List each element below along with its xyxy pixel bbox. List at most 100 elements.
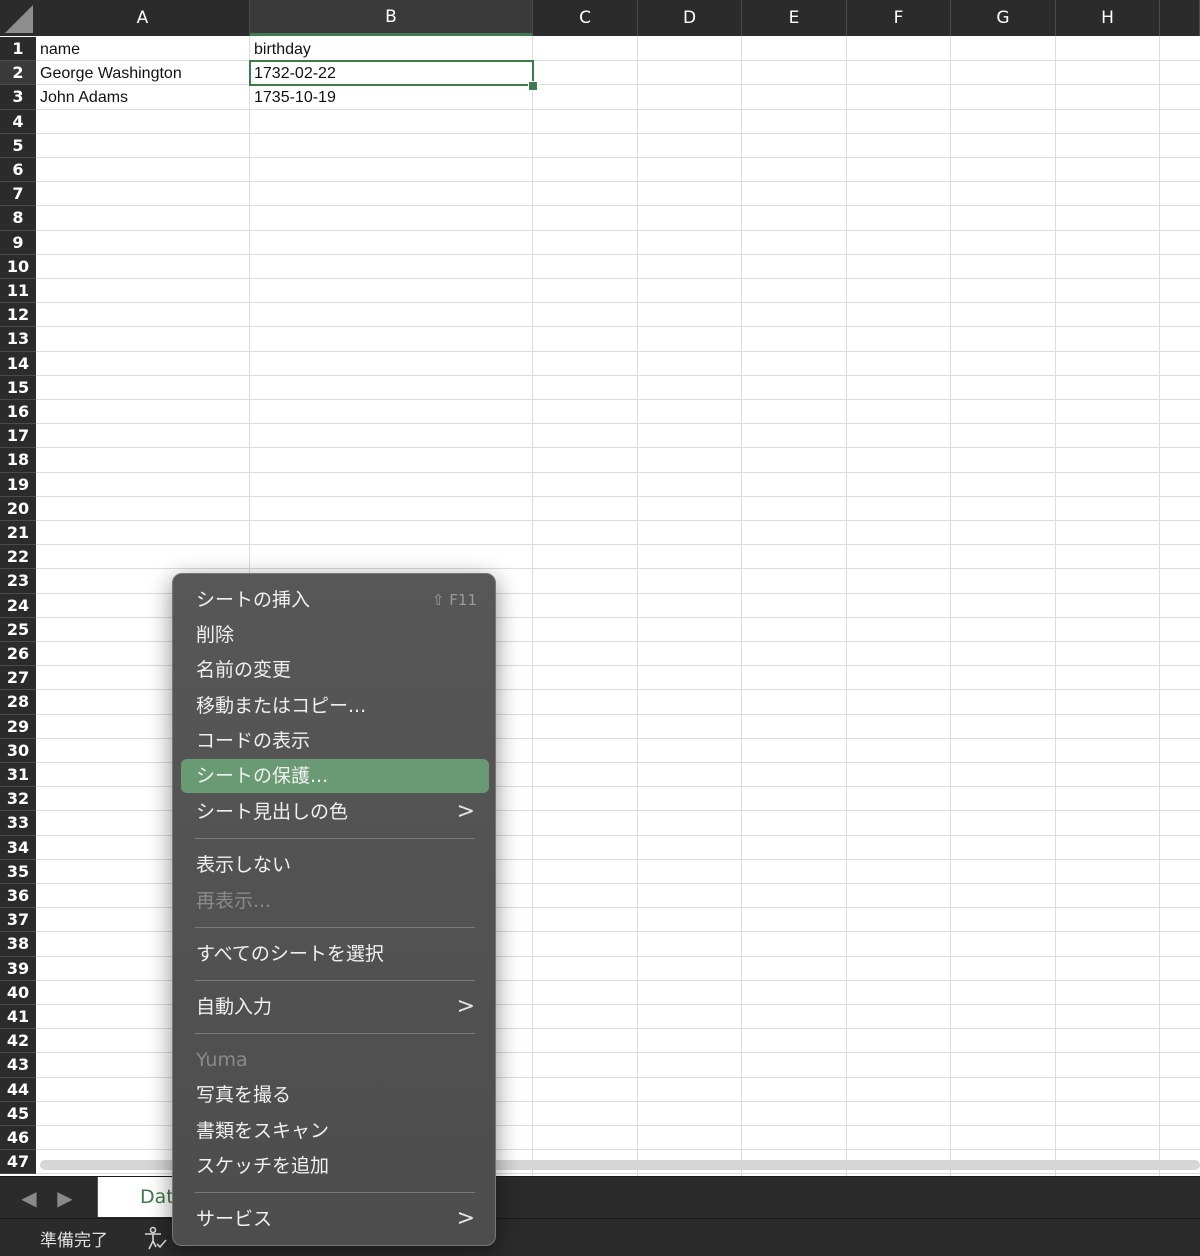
row-header[interactable]: 29 [0,714,36,739]
row-header[interactable]: 39 [0,956,36,981]
cell-a3[interactable]: John Adams [36,85,250,109]
menu-item-scan-documents[interactable]: 書類をスキャン [181,1114,489,1148]
row-header[interactable]: 43 [0,1053,36,1078]
select-all-corner[interactable] [0,0,37,36]
column-gridline [846,36,847,1176]
row-header[interactable]: 44 [0,1077,36,1102]
menu-item-delete[interactable]: 削除 [181,618,489,652]
row-header[interactable]: 27 [0,666,36,691]
row-gridline [36,157,1200,158]
menu-separator [195,1033,475,1034]
column-gridline [637,36,638,1176]
row-header[interactable]: 14 [0,351,36,376]
row-header[interactable]: 5 [0,133,36,158]
row-header[interactable]: 32 [0,787,36,812]
row-gridline [36,471,1200,473]
menu-item-protect-sheet[interactable]: シートの保護... [181,759,489,793]
column-header-d[interactable]: D [638,0,742,36]
column-header-b[interactable]: B [250,0,533,36]
menu-separator [195,927,475,928]
row-header[interactable]: 8 [0,206,36,231]
row-header[interactable]: 28 [0,690,36,715]
chevron-right-icon: > [456,1206,475,1231]
row-header[interactable]: 45 [0,1101,36,1126]
row-gridline [36,399,1200,400]
row-header[interactable]: 37 [0,908,36,933]
row-header[interactable]: 33 [0,811,36,836]
row-gridline [36,326,1200,328]
menu-item-rename[interactable]: 名前の変更 [181,653,489,687]
row-gridline [36,495,1200,497]
selected-cell-outline [249,60,534,86]
next-sheet-arrow-icon[interactable]: ▶ [52,1185,78,1211]
row-header[interactable]: 31 [0,763,36,788]
chevron-right-icon: > [456,799,475,824]
column-header-c[interactable]: C [533,0,638,36]
menu-item-autofill[interactable]: 自動入力 > [181,990,489,1024]
column-header-e[interactable]: E [742,0,847,36]
row-header[interactable]: 35 [0,859,36,884]
row-header[interactable]: 42 [0,1029,36,1054]
row-header[interactable]: 7 [0,182,36,207]
row-header[interactable]: 25 [0,617,36,642]
row-header[interactable]: 47 [0,1150,36,1175]
row-header[interactable]: 9 [0,230,36,255]
row-header[interactable]: 21 [0,521,36,546]
row-header[interactable]: 17 [0,424,36,449]
row-header[interactable]: 11 [0,279,36,304]
cell-a2[interactable]: George Washington [36,61,250,85]
menu-item-view-code[interactable]: コードの表示 [181,724,489,758]
row-header[interactable]: 10 [0,254,36,279]
row-gridline [36,229,1200,231]
menu-item-take-photo[interactable]: 写真を撮る [181,1078,489,1112]
menu-item-insert-sheet[interactable]: シートの挿入 ⇧ F11 [181,583,489,617]
cell-b1[interactable]: birthday [250,37,533,61]
row-gridline [36,568,1200,570]
row-header[interactable]: 40 [0,980,36,1005]
row-header[interactable]: 34 [0,835,36,860]
menu-separator [195,838,475,839]
menu-item-tab-color[interactable]: シート見出しの色 > [181,795,489,829]
menu-section-device-yuma: Yuma [196,1049,248,1071]
row-header[interactable]: 4 [0,109,36,134]
menu-item-hide[interactable]: 表示しない [181,848,489,882]
menu-item-add-sketch[interactable]: スケッチを追加 [181,1149,489,1183]
shortcut-shift-f11: ⇧ F11 [431,591,477,609]
row-gridline [36,520,1200,521]
row-header[interactable]: 6 [0,158,36,183]
accessibility-icon[interactable] [142,1225,168,1251]
column-header-g[interactable]: G [951,0,1056,36]
row-header[interactable]: 18 [0,448,36,473]
row-header[interactable]: 3 [0,85,36,110]
column-header-next[interactable] [1160,0,1200,36]
row-header[interactable]: 38 [0,932,36,957]
menu-item-move-or-copy[interactable]: 移動またはコピー... [181,689,489,723]
row-header[interactable]: 24 [0,593,36,618]
sheet-context-menu: シートの挿入 ⇧ F11 削除 名前の変更 移動またはコピー... コードの表示… [172,573,496,1246]
column-header-h[interactable]: H [1056,0,1160,36]
row-header[interactable]: 15 [0,375,36,400]
previous-sheet-arrow-icon[interactable]: ◀ [16,1185,42,1211]
row-header[interactable]: 41 [0,1005,36,1030]
cell-a1[interactable]: name [36,37,250,61]
row-header[interactable]: 1 [0,37,36,62]
cell-b3[interactable]: 1735-10-19 [250,85,533,109]
row-header[interactable]: 20 [0,496,36,521]
column-header-a[interactable]: A [36,0,250,36]
menu-item-services[interactable]: サービス > [181,1202,489,1236]
row-header[interactable]: 36 [0,884,36,909]
column-header-f[interactable]: F [847,0,951,36]
row-header[interactable]: 19 [0,472,36,497]
row-header[interactable]: 13 [0,327,36,352]
row-header[interactable]: 16 [0,400,36,425]
row-header[interactable]: 26 [0,642,36,667]
row-header[interactable]: 46 [0,1126,36,1151]
menu-item-select-all-sheets[interactable]: すべてのシートを選択 [181,937,489,971]
row-header[interactable]: 30 [0,738,36,763]
row-header[interactable]: 22 [0,545,36,570]
row-header[interactable]: 2 [0,61,36,86]
row-header[interactable]: 23 [0,569,36,594]
row-header[interactable]: 12 [0,303,36,328]
row-gridline [36,447,1200,449]
fill-handle[interactable] [528,81,538,91]
